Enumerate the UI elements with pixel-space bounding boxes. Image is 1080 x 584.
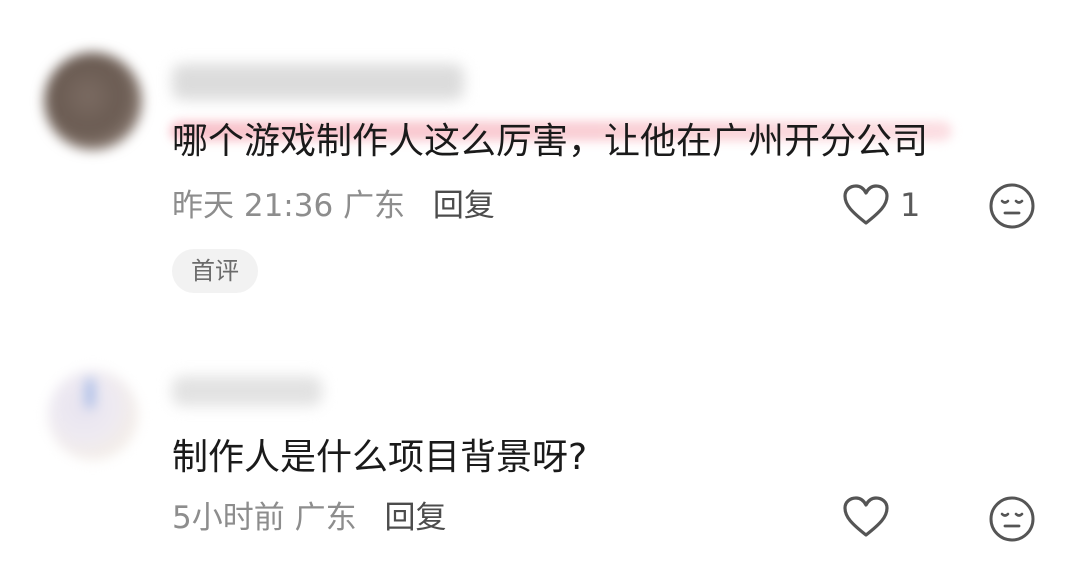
comment-time: 昨天 21:36 [172,188,334,224]
like-button[interactable]: 1 [842,183,920,227]
heart-outline-icon [843,184,889,225]
reply-button[interactable]: 回复 [384,500,446,536]
comment-location: 广东 [343,188,406,224]
neutral-face-icon[interactable] [988,182,1036,230]
username-redacted[interactable] [172,376,322,406]
avatar[interactable] [48,370,138,460]
like-button[interactable] [842,495,890,539]
neutral-face-icon[interactable] [988,495,1036,543]
reply-button[interactable]: 回复 [433,188,495,224]
first-comment-badge: 首评 [172,249,258,293]
comment-meta: 5小时前 广东 回复 [172,498,446,538]
comment-item: 制作人是什么项目背景呀? 5小时前 广东 回复 [0,330,1080,584]
heart-outline-icon [843,496,889,537]
username-redacted[interactable] [172,64,464,100]
comment-text: 哪个游戏制作人这么厉害，让他在广州开分公司 [172,121,929,162]
avatar[interactable] [44,52,142,150]
like-count: 1 [900,186,921,224]
comment-time: 5小时前 [172,500,285,536]
comment-location: 广东 [294,500,357,536]
comment-item: 哪个游戏制作人这么厉害，让他在广州开分公司 昨天 21:36 广东 回复 1 首… [0,0,1080,330]
comment-meta: 昨天 21:36 广东 回复 [172,186,495,226]
comment-text: 制作人是什么项目背景呀? [172,437,588,478]
